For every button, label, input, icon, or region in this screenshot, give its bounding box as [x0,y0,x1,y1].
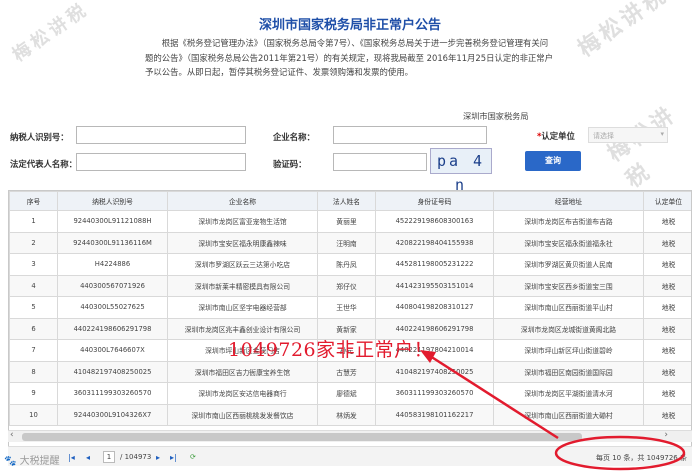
highlight-ellipse [554,435,686,471]
brand-footer: 🐾 大税提醒 [4,456,60,467]
annotation-overlay [420,350,686,471]
annotation-text: 1049726家非正常户！ [228,339,434,361]
annotation-arrow-line [429,354,559,440]
